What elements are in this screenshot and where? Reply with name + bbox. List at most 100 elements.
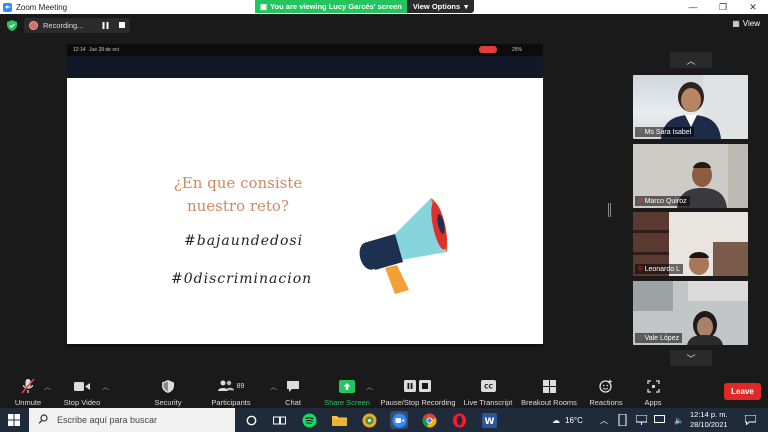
tray-monitor-icon[interactable] — [654, 408, 665, 432]
grid-icon: ▦ — [732, 19, 740, 28]
recording-indicator: Recording... — [24, 18, 130, 33]
system-clock[interactable]: 12:14 p. m. 28/10/2021 — [690, 410, 728, 430]
media-app-icon[interactable] — [360, 411, 378, 429]
participant-name: Ms Sara Isabel — [644, 128, 692, 136]
close-window-button[interactable]: ✕ — [738, 0, 768, 14]
participant-name: Vale López — [644, 334, 680, 342]
slide-hashtag-1: #bajaundedosi — [184, 233, 304, 249]
slide-top-margin — [67, 56, 543, 78]
share-screen-label: Share Screen — [324, 398, 370, 407]
live-transcript-button[interactable]: CC Live Transcript — [462, 375, 514, 408]
phone-battery: 25% — [512, 47, 523, 53]
pause-stop-recording-button[interactable]: Pause/Stop Recording — [380, 375, 456, 408]
participants-icon — [217, 380, 234, 391]
recording-label: Recording... — [43, 21, 84, 30]
audio-options-caret[interactable]: ︿ — [44, 382, 51, 392]
phone-time: 12:14 — [73, 47, 86, 53]
chrome-icon[interactable] — [420, 411, 438, 429]
view-options-label: View Options — [412, 2, 461, 11]
shared-screen: 12:14 Jue 28 de oct 25% ¿En que consiste… — [67, 44, 543, 347]
file-explorer-icon[interactable] — [330, 411, 348, 429]
encryption-shield-icon[interactable] — [7, 20, 17, 31]
clock-date: 28/10/2021 — [690, 420, 728, 429]
participant-tile[interactable]: ⦸ Leonardo L — [633, 212, 748, 276]
gallery-down-button[interactable]: ﹀ — [670, 350, 712, 366]
stop-recording-icon[interactable] — [119, 22, 125, 28]
breakout-rooms-button[interactable]: Breakout Rooms — [520, 375, 578, 408]
reactions-button[interactable]: Reactions — [588, 375, 624, 408]
search-icon — [38, 414, 48, 426]
breakout-rooms-label: Breakout Rooms — [521, 398, 577, 407]
meeting-topbar: Recording... ▦ View — [0, 14, 768, 36]
leave-button[interactable]: Leave — [724, 383, 761, 400]
participant-tile[interactable]: ⦸ Ms Sara Isabel — [633, 75, 748, 139]
shield-icon — [162, 379, 174, 393]
zoom-taskbar-icon[interactable] — [390, 411, 408, 429]
recording-dot-icon — [29, 21, 38, 30]
share-screen-button[interactable]: Share Screen — [324, 375, 370, 408]
tray-chevron-icon[interactable]: ︿ — [600, 408, 608, 432]
task-view-icon[interactable] — [270, 411, 288, 429]
view-button[interactable]: ▦ View — [732, 19, 760, 28]
participant-tile[interactable]: ⦸ Vale López — [633, 281, 748, 345]
phone-date: Jue 28 de oct — [89, 47, 120, 53]
svg-text:W: W — [484, 417, 494, 427]
window-controls: — ❐ ✕ — [678, 0, 768, 14]
temperature: 16°C — [565, 415, 583, 425]
taskbar-search[interactable]: Escribe aquí para buscar — [29, 408, 235, 432]
search-placeholder: Escribe aquí para buscar — [57, 415, 158, 425]
mic-muted-icon: ⦸ — [638, 128, 643, 135]
participants-button[interactable]: 89 Participants — [206, 375, 256, 408]
maximize-button[interactable]: ❐ — [708, 0, 738, 14]
apps-button[interactable]: Apps — [640, 375, 666, 408]
phone-status-bar: 12:14 Jue 28 de oct 25% — [67, 44, 543, 56]
apps-icon — [646, 379, 660, 393]
gallery-up-button[interactable]: ︿ — [670, 52, 712, 68]
pause-stop-icon — [404, 379, 431, 392]
screen-share-icon: ▣ — [260, 2, 268, 11]
stop-video-button[interactable]: Stop Video — [62, 375, 102, 408]
chat-icon — [287, 380, 299, 392]
participant-name: Leonardo L — [644, 265, 680, 273]
view-options-button[interactable]: View Options ▾ — [406, 0, 474, 13]
chat-label: Chat — [285, 398, 301, 407]
participant-tile[interactable]: ⦸ Marco Quiroz — [633, 144, 748, 208]
video-options-caret[interactable]: ︿ — [102, 382, 109, 392]
mic-off-icon — [21, 378, 35, 394]
notifications-icon[interactable] — [745, 408, 756, 432]
volume-icon[interactable]: 🔈 — [674, 408, 684, 432]
megaphone-icon — [359, 198, 448, 294]
minimize-button[interactable]: — — [678, 0, 708, 14]
spotify-icon[interactable] — [300, 411, 318, 429]
start-button[interactable] — [0, 408, 28, 432]
window-title: Zoom Meeting — [16, 2, 68, 12]
pause-recording-icon[interactable] — [102, 22, 109, 29]
closed-caption-icon: CC — [480, 380, 496, 392]
slide-hashtag-2: #0discriminacion — [171, 271, 313, 287]
video-camera-icon — [74, 381, 90, 391]
tray-app-icon[interactable] — [618, 408, 627, 432]
mic-muted-icon: ⦸ — [638, 334, 643, 341]
meeting-toolbar: Unmute ︿ Stop Video ︿ Security 89 Partic… — [0, 375, 768, 408]
chat-button[interactable]: Chat — [280, 375, 306, 408]
windows-taskbar: Escribe aquí para buscar W ☁ 16°C ︿ 🔈 12… — [0, 408, 768, 432]
viewing-text: You are viewing Lucy Garcés' screen — [270, 2, 402, 11]
participants-options-caret[interactable]: ︿ — [270, 382, 277, 392]
share-screen-icon — [339, 379, 355, 393]
word-icon[interactable]: W — [480, 411, 498, 429]
windows-logo-icon — [8, 414, 20, 426]
cloud-icon: ☁ — [552, 415, 560, 425]
presentation-slide: ¿En que consiste nuestro reto? #bajaunde… — [67, 78, 543, 344]
svg-text:CC: CC — [484, 384, 493, 391]
panel-resize-handle[interactable] — [608, 203, 611, 217]
share-options-caret[interactable]: ︿ — [366, 382, 373, 392]
security-button[interactable]: Security — [150, 375, 186, 408]
zoom-app-icon — [3, 2, 12, 12]
opera-icon[interactable] — [450, 411, 468, 429]
unmute-button[interactable]: Unmute — [10, 375, 46, 408]
weather-widget[interactable]: ☁ 16°C — [552, 408, 583, 432]
share-banner: ▣ You are viewing Lucy Garcés' screen Vi… — [255, 0, 474, 13]
cortana-icon[interactable] — [242, 411, 260, 429]
chevron-down-icon: ﹀ — [686, 353, 696, 364]
network-icon[interactable] — [636, 408, 647, 432]
